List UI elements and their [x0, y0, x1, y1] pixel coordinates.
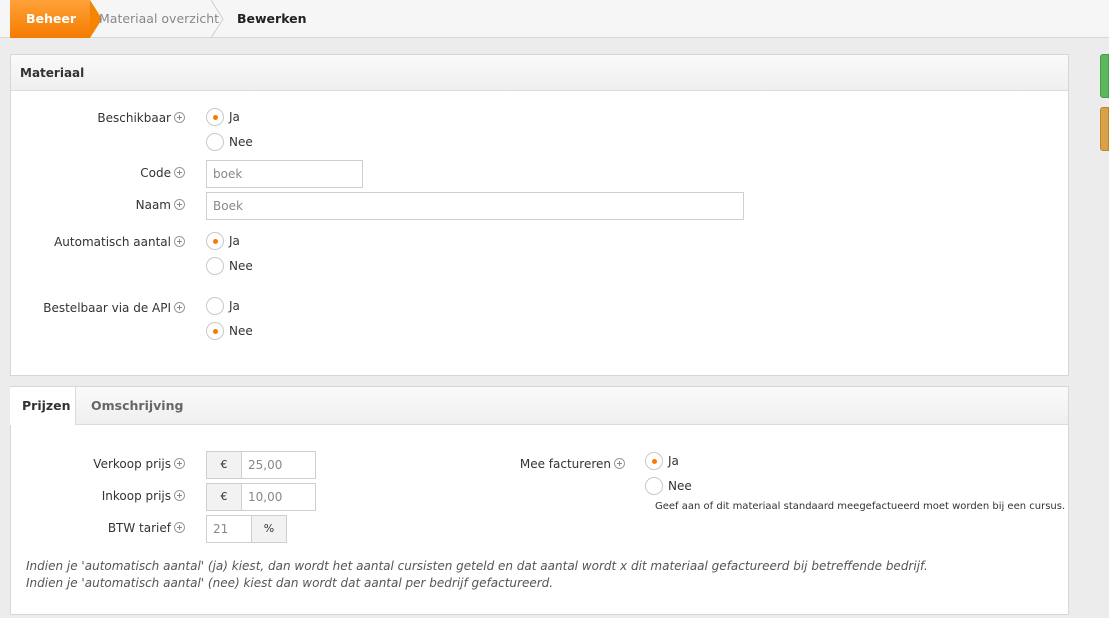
bestelbaar-api-info-icon[interactable]: [174, 302, 185, 313]
code-label: Code: [140, 166, 185, 180]
breadcrumb-item-bewerken: Bewerken: [237, 11, 307, 26]
save-button[interactable]: [1100, 54, 1109, 98]
mee-factureren-radio-nee[interactable]: [645, 477, 663, 495]
breadcrumb: Beheer Materiaal overzicht Bewerken: [0, 0, 1109, 38]
mee-factureren-radio-ja[interactable]: [645, 452, 663, 470]
materiaal-panel: Materiaal Beschikbaar Ja Nee Code boek N…: [10, 54, 1069, 376]
automatisch-aantal-info-icon[interactable]: [174, 236, 185, 247]
bestelbaar-api-radio-ja[interactable]: [206, 297, 224, 315]
tab-omschrijving[interactable]: Omschrijving: [91, 387, 183, 425]
code-info-icon[interactable]: [174, 167, 185, 178]
materiaal-panel-title: Materiaal: [20, 66, 85, 80]
note-automatisch-nee: Indien je 'automatisch aantal' (nee) kie…: [26, 576, 554, 590]
beschikbaar-info-icon[interactable]: [174, 112, 185, 123]
inkoop-prijs-label: Inkoop prijs: [102, 489, 185, 503]
naam-input[interactable]: Boek: [206, 192, 744, 220]
code-input[interactable]: boek: [206, 160, 363, 188]
bestelbaar-api-label: Bestelbaar via de API: [43, 301, 185, 315]
inkoop-prijs-info-icon[interactable]: [174, 490, 185, 501]
btw-tarief-label: BTW tarief: [108, 521, 185, 535]
verkoop-prijs-currency: €: [206, 451, 242, 479]
btw-tarief-input[interactable]: 21: [206, 515, 252, 543]
breadcrumb-item-beheer[interactable]: Beheer: [10, 0, 90, 38]
inkoop-prijs-input[interactable]: 10,00: [241, 483, 316, 511]
btw-tarief-unit: %: [251, 515, 287, 543]
btw-tarief-info-icon[interactable]: [174, 522, 185, 533]
verkoop-prijs-info-icon[interactable]: [174, 458, 185, 469]
mee-factureren-label: Mee factureren: [520, 457, 625, 471]
breadcrumb-item-materiaal-overzicht[interactable]: Materiaal overzicht: [99, 0, 219, 38]
naam-label: Naam: [136, 198, 185, 212]
automatisch-aantal-label: Automatisch aantal: [54, 235, 185, 249]
verkoop-prijs-label: Verkoop prijs: [93, 457, 185, 471]
secondary-action-button[interactable]: [1100, 107, 1109, 151]
naam-info-icon[interactable]: [174, 199, 185, 210]
beschikbaar-label: Beschikbaar: [97, 111, 185, 125]
inkoop-prijs-currency: €: [206, 483, 242, 511]
bestelbaar-api-radio-nee[interactable]: [206, 322, 224, 340]
prijzen-tabs: Prijzen Omschrijving: [10, 387, 1068, 425]
tab-prijzen[interactable]: Prijzen: [10, 387, 76, 425]
materiaal-panel-header: Materiaal: [11, 55, 1068, 91]
verkoop-prijs-input[interactable]: 25,00: [241, 451, 316, 479]
prijzen-panel: Prijzen Omschrijving Verkoop prijs € 25,…: [10, 386, 1069, 615]
mee-factureren-help-text: Geef aan of dit materiaal standaard meeg…: [655, 501, 1066, 512]
automatisch-aantal-radio-nee[interactable]: [206, 257, 224, 275]
beschikbaar-radio-nee[interactable]: [206, 133, 224, 151]
note-automatisch-ja: Indien je 'automatisch aantal' (ja) kies…: [26, 559, 928, 573]
mee-factureren-info-icon[interactable]: [614, 458, 625, 469]
automatisch-aantal-radio-ja[interactable]: [206, 232, 224, 250]
beschikbaar-radio-ja[interactable]: [206, 108, 224, 126]
